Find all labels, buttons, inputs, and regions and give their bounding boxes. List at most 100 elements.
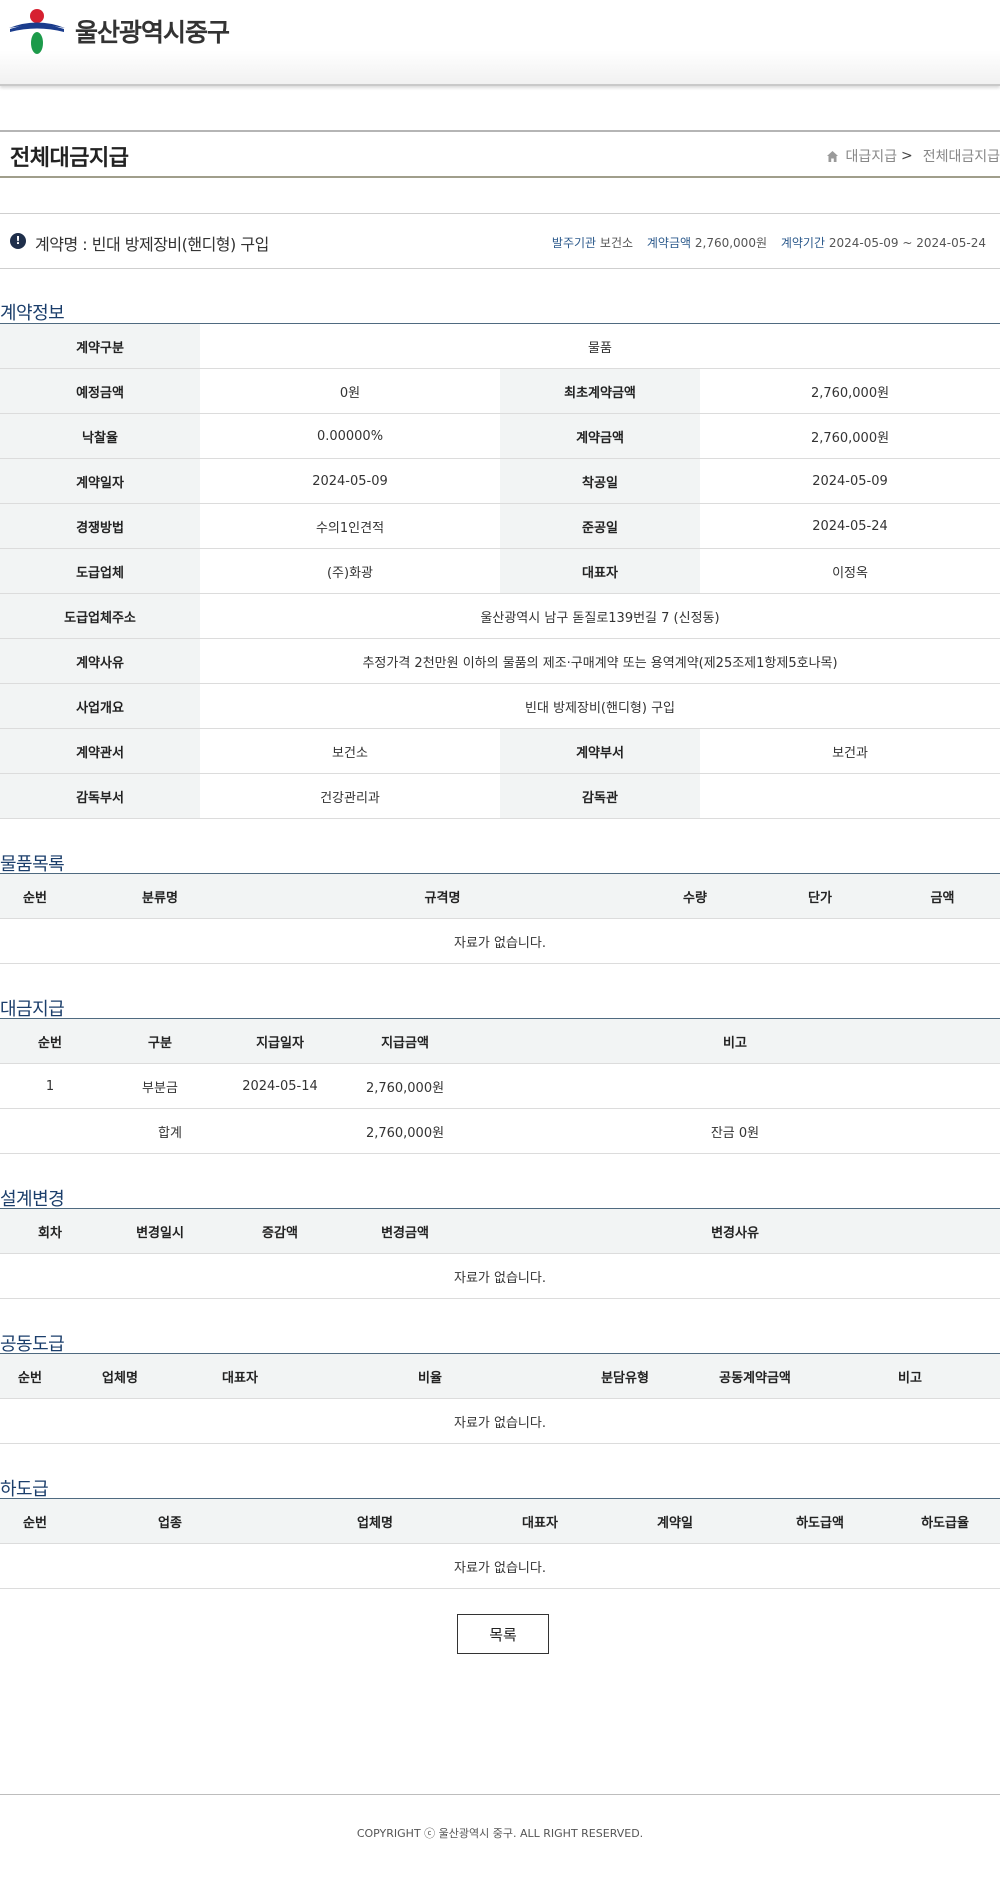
table-header-row: 순번 구분 지급일자 지급금액 비고 (0, 1018, 1000, 1064)
table-header-row: 순번 업종 업체명 대표자 계약일 하도급액 하도급율 (0, 1498, 1000, 1544)
col-industry: 업종 (70, 1498, 270, 1544)
logo-text: 울산광역시중구 (75, 18, 230, 47)
empty-row: 자료가 없습니다. (0, 1253, 1000, 1299)
period-value: 2024-05-09 ~ 2024-05-24 (828, 236, 986, 250)
info-value: 2,760,000원 (700, 368, 1000, 414)
contract-info-row: 계약관서 보건소 계약부서 보건과 (0, 728, 1000, 774)
contract-summary: ! 계약명 : 빈대 방제장비(핸디형) 구입 발주기관 보건소 계약금액 2,… (0, 213, 1000, 269)
contract-info-row: 도급업체주소 울산광역시 남구 돋질로139번길 7 (신정동) (0, 593, 1000, 639)
info-label: 감독부서 (0, 773, 200, 819)
info-label: 경쟁방법 (0, 503, 200, 549)
info-label: 예정금액 (0, 368, 200, 414)
breadcrumb-item-payment[interactable]: 대급지급 (845, 146, 897, 166)
goods-table: 순번 분류명 규격명 수량 단가 금액 자료가 없습니다. (0, 873, 1000, 964)
contract-info-row: 사업개요 빈대 방제장비(핸디형) 구입 (0, 683, 1000, 729)
col-change-date: 변경일시 (100, 1208, 220, 1254)
breadcrumb-item-current: 전체대금지급 (922, 149, 1000, 165)
col-no: 순번 (0, 1498, 70, 1544)
col-joint-amount: 공동계약금액 (690, 1353, 820, 1399)
col-changed-amount: 변경금액 (340, 1208, 470, 1254)
orderer-label: 발주기관 (551, 236, 597, 250)
table-row: 1 부분금 2024-05-14 2,760,000원 (0, 1063, 1000, 1109)
col-no: 순번 (0, 1018, 100, 1064)
info-label: 계약금액 (500, 413, 700, 459)
breadcrumb-separator: > (900, 148, 913, 164)
contract-info-row: 계약일자 2024-05-09 착공일 2024-05-09 (0, 458, 1000, 504)
home-icon[interactable] (826, 150, 839, 163)
col-no: 순번 (0, 1353, 60, 1399)
exclamation-icon: ! (10, 233, 26, 249)
empty-message: 자료가 없습니다. (0, 918, 1000, 964)
contract-info-table: 계약구분 물품 예정금액 0원 최초계약금액 2,760,000원 낙찰율 0.00000% 계… (0, 323, 1000, 819)
period-label: 계약기간 (780, 236, 825, 250)
col-no: 순번 (0, 873, 70, 919)
col-share-type: 분담유형 (560, 1353, 690, 1399)
col-unit-price: 단가 (755, 873, 885, 919)
info-value: 수의1인견적 (200, 503, 500, 549)
contract-info-row: 계약사유 추정가격 2천만원 이하의 물품의 제조·구매계약 또는 용역계약(제2… (0, 638, 1000, 684)
col-contract-date: 계약일 (600, 1498, 750, 1544)
info-value: (주)화광 (200, 548, 500, 594)
design-change-table: 회차 변경일시 증감액 변경금액 변경사유 자료가 없습니다. (0, 1208, 1000, 1299)
col-type: 구분 (100, 1018, 220, 1064)
copyright: COPYRIGHT ⓒ 울산광역시 중구. ALL RIGHT RESERVED… (356, 1827, 644, 1840)
amount-label: 계약금액 (646, 236, 692, 250)
info-label: 착공일 (500, 458, 700, 504)
info-label: 최초계약금액 (500, 368, 700, 414)
info-value: 0.00000% (200, 413, 500, 459)
col-sub-amount: 하도급액 (750, 1498, 890, 1544)
empty-message: 자료가 없습니다. (0, 1253, 1000, 1299)
jung-gu-emblem-icon (9, 8, 65, 54)
info-value: 빈대 방제장비(핸디형) 구입 (200, 683, 1000, 729)
col-reason: 변경사유 (470, 1208, 1000, 1254)
contract-info-row: 감독부서 건강관리과 감독관 (0, 773, 1000, 819)
col-category: 분류명 (70, 873, 250, 919)
col-note: 비고 (820, 1353, 1000, 1399)
cell-type: 부분금 (100, 1063, 220, 1109)
info-label: 사업개요 (0, 683, 200, 729)
empty-message: 자료가 없습니다. (0, 1543, 1000, 1589)
table-header-row: 순번 분류명 규격명 수량 단가 금액 (0, 873, 1000, 919)
info-value: 추정가격 2천만원 이하의 물품의 제조·구매계약 또는 용역계약(제25조제1… (200, 638, 1000, 684)
info-value: 건강관리과 (200, 773, 500, 819)
info-value: 0원 (200, 368, 500, 414)
col-date: 지급일자 (220, 1018, 340, 1064)
col-spec: 규격명 (250, 873, 635, 919)
page-title: 전체대금지급 (10, 146, 129, 171)
col-representative: 대표자 (480, 1498, 600, 1544)
info-label: 계약사유 (0, 638, 200, 684)
payments-table: 순번 구분 지급일자 지급금액 비고 1 부분금 2024-05-14 2,76… (0, 1018, 1000, 1154)
list-button[interactable]: 목록 (457, 1614, 549, 1654)
info-value (700, 773, 1000, 819)
total-row: 합계 2,760,000원 잔금 0원 (0, 1108, 1000, 1154)
info-label: 도급업체 (0, 548, 200, 594)
contract-info-row: 예정금액 0원 최초계약금액 2,760,000원 (0, 368, 1000, 414)
logo[interactable]: 울산광역시중구 (9, 8, 230, 54)
contract-info-row: 도급업체 (주)화광 대표자 이정옥 (0, 548, 1000, 594)
joint-table: 순번 업체명 대표자 비율 분담유형 공동계약금액 비고 자료가 없습니다. (0, 1353, 1000, 1444)
info-value: 물품 (200, 323, 1000, 369)
orderer-value: 보건소 (599, 236, 634, 250)
info-label: 대표자 (500, 548, 700, 594)
section-title-contract-info: 계약정보 (0, 303, 65, 324)
info-value: 2,760,000원 (700, 413, 1000, 459)
balance: 잔금 0원 (470, 1108, 1000, 1154)
info-value: 2024-05-09 (700, 458, 1000, 504)
empty-message: 자료가 없습니다. (0, 1398, 1000, 1444)
cell-no: 1 (0, 1063, 100, 1109)
col-note: 비고 (470, 1018, 1000, 1064)
info-value: 보건과 (700, 728, 1000, 774)
info-label: 계약부서 (500, 728, 700, 774)
col-representative: 대표자 (180, 1353, 300, 1399)
contract-info-row: 계약구분 물품 (0, 323, 1000, 369)
col-sub-rate: 하도급율 (890, 1498, 1000, 1544)
empty-row: 자료가 없습니다. (0, 1398, 1000, 1444)
contract-meta: 발주기관 보건소 계약금액 2,760,000원 계약기간 2024-05-09… (542, 234, 986, 251)
info-value: 2024-05-09 (200, 458, 500, 504)
info-label: 감독관 (500, 773, 700, 819)
contract-name: 계약명 : 빈대 방제장비(핸디형) 구입 (35, 235, 269, 254)
col-company: 업체명 (270, 1498, 480, 1544)
info-label: 계약구분 (0, 323, 200, 369)
info-label: 낙찰율 (0, 413, 200, 459)
cell-amount: 2,760,000원 (340, 1063, 470, 1109)
